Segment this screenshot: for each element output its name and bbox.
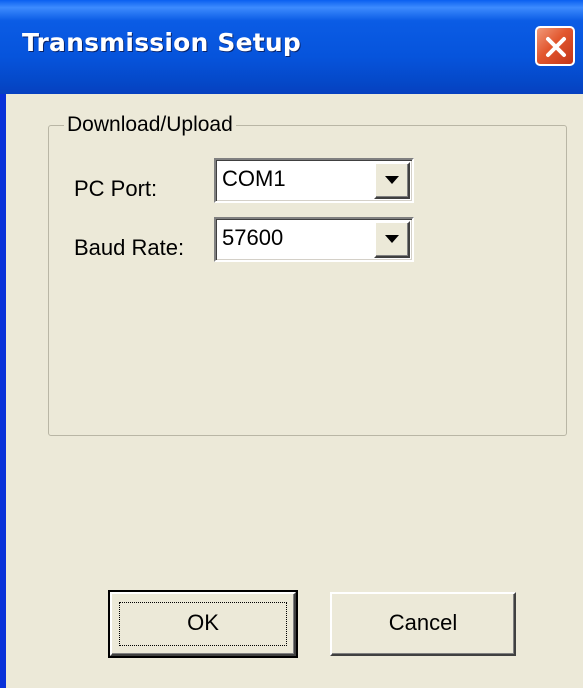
title-bar[interactable]: Transmission Setup xyxy=(0,0,583,94)
pc-port-value: COM1 xyxy=(222,166,286,191)
chevron-down-icon xyxy=(385,176,399,184)
close-icon xyxy=(546,37,566,57)
baud-rate-value: 57600 xyxy=(222,225,284,250)
baud-rate-dropdown[interactable]: 57600 xyxy=(214,217,414,262)
close-button[interactable] xyxy=(535,26,575,66)
dialog-window: Transmission Setup Download/Upload PC Po… xyxy=(0,0,583,688)
baud-rate-label: Baud Rate: xyxy=(74,235,185,260)
dialog-body: Download/Upload PC Port: COM1 Baud Rate:… xyxy=(6,94,583,688)
groupbox-label: Download/Upload xyxy=(64,113,236,137)
pc-port-dropdown-button[interactable] xyxy=(374,162,410,199)
chevron-down-icon xyxy=(385,235,399,243)
pc-port-label: PC Port: xyxy=(74,176,158,201)
ok-button-label: OK xyxy=(187,610,219,635)
pc-port-dropdown[interactable]: COM1 xyxy=(214,158,414,203)
window-title: Transmission Setup xyxy=(22,28,302,57)
baud-rate-dropdown-button[interactable] xyxy=(374,221,410,258)
ok-button[interactable]: OK xyxy=(108,590,298,658)
cancel-button-label: Cancel xyxy=(388,610,458,635)
cancel-button[interactable]: Cancel xyxy=(330,592,516,656)
